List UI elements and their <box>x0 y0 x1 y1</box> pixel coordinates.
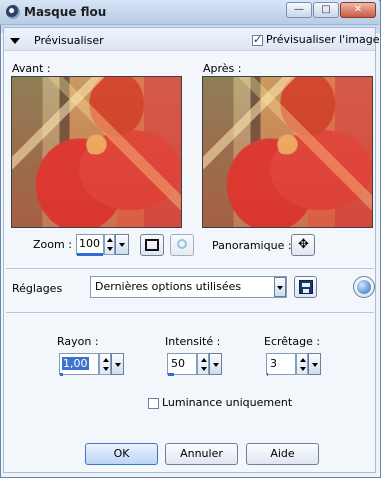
app-icon <box>6 5 20 19</box>
luminance-label[interactable]: Luminance uniquement <box>162 396 292 409</box>
close-icon: ✕ <box>353 4 363 15</box>
after-preview-image <box>203 77 372 227</box>
separator <box>6 312 374 313</box>
help-label: Aide <box>270 447 295 460</box>
zoom-preview-button[interactable] <box>170 234 194 256</box>
cancel-label: Annuler <box>180 447 223 460</box>
ok-label: OK <box>113 447 130 460</box>
radius-label: Rayon : <box>57 335 99 348</box>
spin-down-icon <box>201 367 207 371</box>
minimize-button[interactable]: — <box>286 2 312 18</box>
preview-toggle-label[interactable]: Prévisualiser <box>34 34 104 47</box>
minimize-icon: — <box>294 4 304 15</box>
radius-spinner[interactable] <box>99 353 111 375</box>
clipping-value: 3 <box>270 357 277 370</box>
fit-window-icon <box>145 239 159 251</box>
zoom-spinner[interactable] <box>104 234 115 255</box>
presets-dropdown-button[interactable] <box>274 277 286 297</box>
cancel-button[interactable]: Annuler <box>165 443 238 465</box>
before-label: Avant : <box>12 62 51 75</box>
spin-down-icon <box>300 367 306 371</box>
preview-image-label[interactable]: Prévisualiser l'image <box>266 33 379 46</box>
spin-down-icon <box>107 247 113 251</box>
chevron-down-icon <box>213 363 219 367</box>
intensity-label: Intensité : <box>165 335 221 348</box>
chevron-down-icon <box>312 363 318 367</box>
zoom-level-indicator <box>77 253 103 256</box>
radius-value: 1,00 <box>62 357 89 370</box>
move-icon: ✥ <box>298 237 309 252</box>
clipping-input[interactable]: 3 <box>266 353 296 375</box>
help-button[interactable]: Aide <box>246 443 319 465</box>
intensity-input[interactable]: 50 <box>167 353 197 375</box>
presets-label: Réglages <box>12 282 63 295</box>
before-preview-image <box>12 77 181 227</box>
clipping-level-indicator <box>267 373 268 376</box>
after-label: Après : <box>203 62 242 75</box>
preview-image-checkbox[interactable] <box>252 33 263 46</box>
zoom-dropdown-button[interactable] <box>115 234 129 255</box>
separator <box>6 268 374 269</box>
chevron-down-icon <box>115 363 121 367</box>
intensity-dropdown-button[interactable] <box>209 353 222 375</box>
spin-up-icon <box>300 358 306 362</box>
chevron-down-icon <box>277 286 283 290</box>
chevron-down-icon <box>119 243 125 247</box>
spin-up-icon <box>107 238 113 242</box>
intensity-spinner[interactable] <box>197 353 209 375</box>
pan-label: Panoramique : <box>212 239 292 252</box>
clipping-dropdown-button[interactable] <box>308 353 321 375</box>
spin-up-icon <box>103 358 109 362</box>
magnifier-icon <box>177 239 187 249</box>
radius-dropdown-button[interactable] <box>111 353 124 375</box>
intensity-level-indicator <box>168 373 174 376</box>
clipping-spinner[interactable] <box>296 353 308 375</box>
after-preview[interactable] <box>202 76 373 228</box>
collapse-caret-icon[interactable] <box>10 38 20 44</box>
zoom-input[interactable]: 100 <box>76 234 104 255</box>
zoom-value: 100 <box>79 237 100 250</box>
save-preset-button[interactable] <box>294 276 317 298</box>
reset-icon <box>357 280 371 294</box>
close-button[interactable]: ✕ <box>340 2 376 18</box>
presets-value: Dernières options utilisées <box>95 280 242 293</box>
maximize-button[interactable]: □ <box>313 2 339 18</box>
radius-input[interactable]: 1,00 <box>59 353 99 375</box>
maximize-icon: □ <box>321 4 331 15</box>
ok-button[interactable]: OK <box>85 443 158 465</box>
pan-button[interactable]: ✥ <box>291 234 315 256</box>
save-disk-icon <box>299 280 313 294</box>
zoom-label: Zoom : <box>33 238 72 251</box>
intensity-value: 50 <box>171 357 185 370</box>
radius-level-indicator <box>60 373 63 376</box>
before-preview[interactable] <box>11 76 182 228</box>
spin-up-icon <box>201 358 207 362</box>
clipping-label: Ecrêtage : <box>264 335 321 348</box>
reset-button[interactable] <box>353 276 375 298</box>
spin-down-icon <box>103 367 109 371</box>
presets-select[interactable]: Dernières options utilisées <box>90 276 287 298</box>
fit-zoom-button[interactable] <box>140 234 164 256</box>
luminance-checkbox[interactable] <box>148 398 159 409</box>
window-title: Masque flou <box>24 5 107 19</box>
